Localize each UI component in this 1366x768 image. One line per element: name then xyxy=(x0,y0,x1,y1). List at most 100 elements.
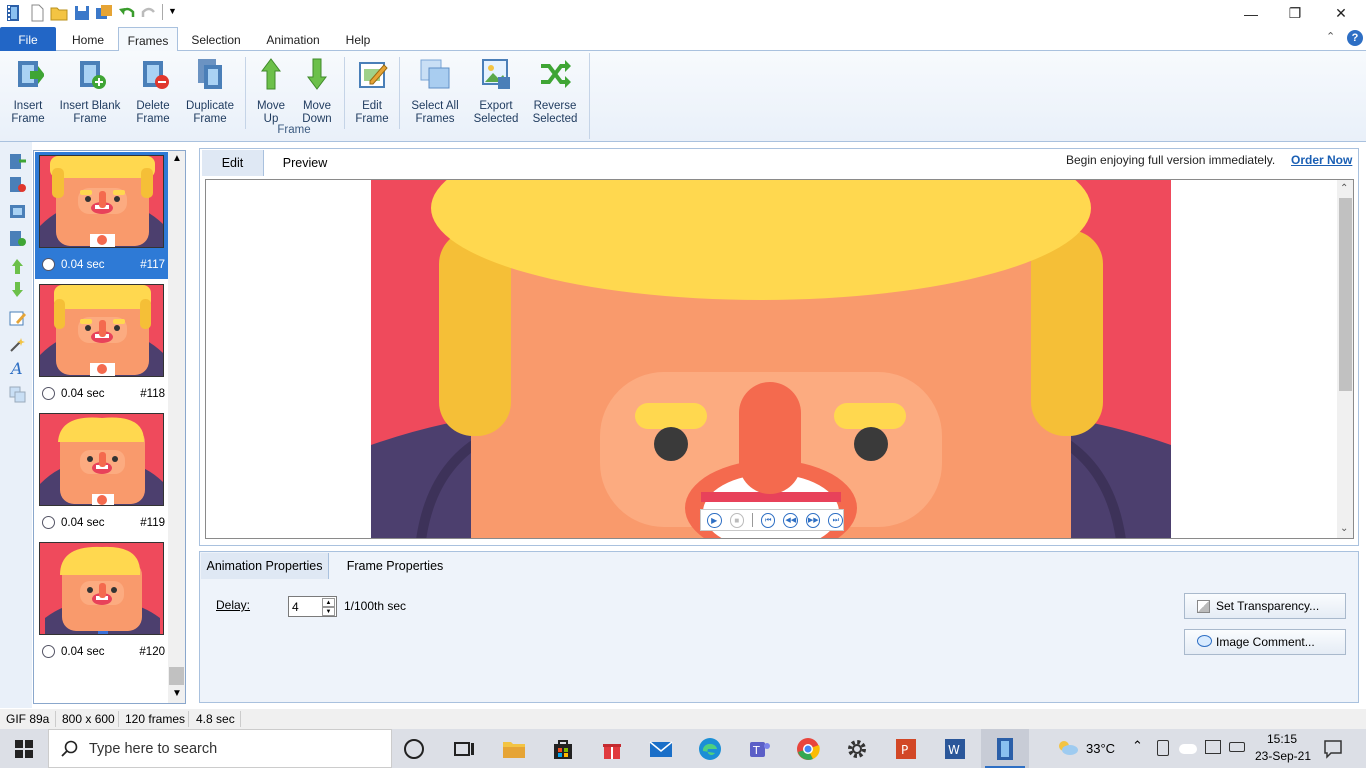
gift-icon[interactable] xyxy=(600,737,624,761)
tab-selection[interactable]: Selection xyxy=(182,27,250,51)
frame-item-117[interactable]: 0.04 sec #117 xyxy=(35,152,168,279)
tab-edit[interactable]: Edit xyxy=(202,150,264,176)
save-icon[interactable] xyxy=(73,4,91,22)
insert-frame-icon[interactable] xyxy=(9,153,26,170)
export-image-icon xyxy=(482,59,510,89)
tab-animation-properties[interactable]: Animation Properties xyxy=(201,553,329,579)
weather-icon[interactable] xyxy=(1057,738,1079,758)
film-strip-icon[interactable] xyxy=(9,203,26,220)
frame-list-scrollbar[interactable]: ▲ ▼ xyxy=(168,151,185,703)
active-app-highlight[interactable] xyxy=(981,729,1029,768)
select-all-frames-button[interactable]: Select All Frames xyxy=(406,55,464,127)
delay-input[interactable]: 4 xyxy=(292,600,299,614)
stepper-down-icon[interactable]: ▼ xyxy=(322,607,335,616)
scroll-up-icon[interactable]: ▲ xyxy=(172,153,182,164)
reverse-selected-button[interactable]: Reverse Selected xyxy=(528,55,582,127)
delay-stepper[interactable]: 4 ▲ ▼ xyxy=(288,596,337,617)
close-button[interactable]: ✕ xyxy=(1318,0,1364,27)
delete-frame-icon[interactable] xyxy=(9,176,26,193)
teams-icon[interactable]: T xyxy=(747,737,771,761)
play-icon[interactable]: ▶ xyxy=(707,512,722,528)
move-up-button[interactable]: Move Up xyxy=(250,55,292,127)
image-comment-button[interactable]: Image Comment... xyxy=(1184,629,1346,655)
restore-button[interactable]: ❐ xyxy=(1272,0,1318,27)
frame-item-119[interactable]: 0.04 sec #119 xyxy=(35,410,168,537)
tab-home[interactable]: Home xyxy=(62,27,114,51)
tab-preview[interactable]: Preview xyxy=(268,150,342,176)
save-all-icon[interactable] xyxy=(95,4,113,22)
notifications-icon[interactable] xyxy=(1323,739,1343,759)
next-frame-icon[interactable]: ▶▶ xyxy=(805,512,821,528)
app-film-icon xyxy=(7,5,19,21)
move-down-button[interactable]: Move Down xyxy=(296,55,338,127)
scroll-thumb[interactable] xyxy=(169,667,184,685)
status-divider xyxy=(240,711,241,727)
move-up-icon[interactable] xyxy=(9,258,26,275)
open-folder-icon[interactable] xyxy=(50,4,68,22)
powerpoint-icon[interactable]: P xyxy=(894,737,918,761)
tab-frames[interactable]: Frames xyxy=(118,27,178,52)
clock-date[interactable]: 23-Sep-21 xyxy=(1253,749,1313,763)
scroll-thumb[interactable] xyxy=(1339,198,1352,391)
temperature[interactable]: 33°C xyxy=(1086,741,1115,756)
insert-frame-icon xyxy=(18,61,45,87)
tab-animation[interactable]: Animation xyxy=(256,27,330,51)
move-down-icon[interactable] xyxy=(9,281,26,298)
cortana-icon[interactable] xyxy=(404,739,424,759)
first-frame-icon[interactable]: ⏮ xyxy=(760,512,776,528)
layers-icon[interactable] xyxy=(9,386,26,403)
task-view-icon[interactable] xyxy=(452,737,476,761)
tab-file[interactable]: File xyxy=(0,27,56,51)
delete-frame-button[interactable]: Delete Frame xyxy=(128,55,178,127)
settings-gear-icon[interactable] xyxy=(845,737,869,761)
stepper-up-icon[interactable]: ▲ xyxy=(322,598,335,607)
minimize-button[interactable]: — xyxy=(1228,0,1274,27)
battery-icon[interactable] xyxy=(1229,742,1245,752)
edit-frame-button[interactable]: Edit Frame xyxy=(350,55,394,127)
windows-start-icon[interactable] xyxy=(14,739,34,759)
last-frame-icon[interactable]: ⏭ xyxy=(828,512,843,528)
insert-blank-frame-button[interactable]: Insert Blank Frame xyxy=(56,55,124,127)
undo-icon[interactable] xyxy=(118,4,136,22)
edit-frame-icon[interactable] xyxy=(9,309,26,326)
help-icon[interactable]: ? xyxy=(1347,30,1363,46)
scroll-down-icon[interactable]: ▼ xyxy=(172,688,182,699)
store-icon[interactable] xyxy=(551,737,575,761)
status-divider xyxy=(188,711,189,727)
duplicate-frame-button[interactable]: Duplicate Frame xyxy=(180,55,240,127)
file-explorer-icon[interactable] xyxy=(502,737,526,761)
new-file-icon[interactable] xyxy=(28,4,46,22)
taskbar: Type here to search T P W 33°C ⌃ 15:15 2… xyxy=(0,729,1366,768)
edge-icon[interactable] xyxy=(698,737,722,761)
network-icon[interactable] xyxy=(1205,740,1221,754)
text-tool-icon[interactable]: A xyxy=(9,359,26,376)
frame-item-120[interactable]: 0.04 sec #120 xyxy=(35,539,168,666)
tab-help[interactable]: Help xyxy=(336,27,380,51)
stop-icon[interactable]: ■ xyxy=(729,512,744,528)
word-icon[interactable]: W xyxy=(943,737,967,761)
scroll-down-icon[interactable]: ⌄ xyxy=(1340,523,1348,534)
ribbon-tabs: File Home Frames Selection Animation Hel… xyxy=(0,27,1366,52)
taskbar-search-box[interactable]: Type here to search xyxy=(48,729,392,768)
clock-time[interactable]: 15:15 xyxy=(1262,732,1302,746)
tab-frame-properties[interactable]: Frame Properties xyxy=(340,553,450,579)
magic-wand-icon[interactable] xyxy=(9,336,26,353)
device-icon[interactable] xyxy=(1157,740,1169,756)
insert-blank-icon[interactable] xyxy=(9,230,26,247)
order-now-link[interactable]: Order Now xyxy=(1291,153,1352,167)
redo-icon[interactable] xyxy=(140,4,158,22)
set-transparency-button[interactable]: Set Transparency... xyxy=(1184,593,1346,619)
cloud-icon[interactable] xyxy=(1179,744,1197,754)
qa-customize-icon[interactable]: ▼ xyxy=(168,6,177,16)
mail-icon[interactable] xyxy=(649,737,673,761)
export-selected-button[interactable]: Export Selected xyxy=(468,55,524,127)
scroll-up-icon[interactable]: ⌃ xyxy=(1340,183,1348,194)
preview-scrollbar[interactable]: ⌃ ⌄ xyxy=(1337,180,1353,538)
chrome-icon[interactable] xyxy=(796,737,820,761)
tray-expand-icon[interactable]: ⌃ xyxy=(1132,738,1143,754)
prev-frame-icon[interactable]: ◀◀ xyxy=(783,512,798,528)
collapse-ribbon-icon[interactable]: ⌃ xyxy=(1326,30,1335,43)
controls-divider xyxy=(752,513,753,527)
frame-item-118[interactable]: 0.04 sec #118 xyxy=(35,281,168,408)
insert-frame-button[interactable]: Insert Frame xyxy=(4,55,52,127)
